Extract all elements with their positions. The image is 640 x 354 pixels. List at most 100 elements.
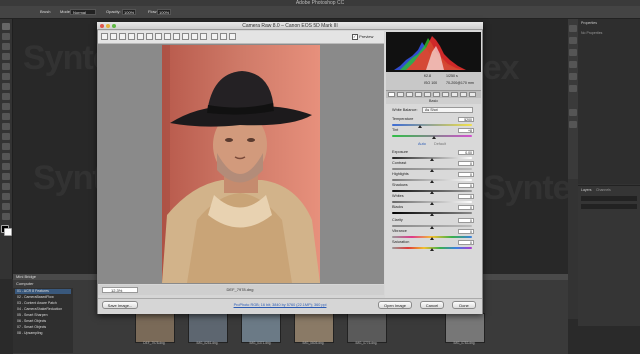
gradient-tool-icon[interactable] — [2, 133, 10, 140]
thumbnail[interactable] — [347, 313, 387, 343]
quick-select-tool-icon[interactable] — [2, 53, 10, 60]
crop-tool-icon[interactable] — [2, 63, 10, 70]
crop-tool-icon[interactable] — [146, 33, 153, 40]
sidebar-folder[interactable]: 02 - CameraBasedFlow — [15, 295, 71, 300]
camera-calibration-tab-icon[interactable] — [451, 92, 458, 97]
vibrance-field[interactable]: 0 — [458, 229, 474, 234]
presets-tab-icon[interactable] — [460, 92, 467, 97]
whites-slider-thumb[interactable] — [430, 202, 434, 205]
blend-mode-select[interactable] — [581, 204, 637, 209]
zoom-level-select[interactable]: 12.3% — [102, 287, 138, 293]
tool-presets-panel-icon[interactable] — [569, 109, 577, 116]
shape-tool-icon[interactable] — [2, 193, 10, 200]
snapshots-tab-icon[interactable] — [469, 92, 476, 97]
straighten-tool-icon[interactable] — [155, 33, 162, 40]
basic-tab-icon[interactable] — [388, 92, 395, 97]
type-tool-icon[interactable] — [2, 173, 10, 180]
shadows-slider-thumb[interactable] — [430, 191, 434, 194]
mode-select[interactable]: Normal — [70, 9, 96, 15]
adjustments-panel-icon[interactable] — [569, 49, 577, 56]
photo-preview[interactable] — [162, 45, 320, 283]
preferences-icon[interactable] — [211, 33, 218, 40]
sidebar-folder[interactable]: 03 - Content Aware Patch — [15, 301, 71, 306]
history-brush-tool-icon[interactable] — [2, 113, 10, 120]
rotate-left-icon[interactable] — [220, 33, 227, 40]
styles-panel-icon[interactable] — [569, 121, 577, 128]
cancel-button[interactable]: Cancel — [420, 301, 444, 309]
blur-tool-icon[interactable] — [2, 143, 10, 150]
preview-checkbox[interactable]: ✓ Preview — [352, 34, 373, 40]
hand-tool-icon[interactable] — [110, 33, 117, 40]
vibrance-slider-thumb[interactable] — [430, 237, 434, 240]
thumbnail[interactable] — [135, 313, 175, 343]
color-sampler-tool-icon[interactable] — [128, 33, 135, 40]
paragraph-panel-icon[interactable] — [569, 73, 577, 80]
exposure-field[interactable]: 0.00 — [458, 150, 474, 155]
targeted-adjustment-tool-icon[interactable] — [137, 33, 144, 40]
healing-tool-icon[interactable] — [2, 83, 10, 90]
highlights-slider-thumb[interactable] — [430, 180, 434, 183]
hand-tool-icon[interactable] — [2, 203, 10, 210]
temperature-slider-thumb[interactable] — [418, 125, 422, 128]
saturation-field[interactable]: 0 — [458, 240, 474, 245]
default-link[interactable]: Default — [434, 142, 446, 146]
hsl-tab-icon[interactable] — [415, 92, 422, 97]
open-image-button[interactable]: Open Image — [378, 301, 412, 309]
background-color-swatch[interactable] — [4, 228, 12, 236]
temperature-slider[interactable] — [392, 124, 472, 126]
channels-tab[interactable]: Channels — [596, 188, 611, 192]
zoom-tool-icon[interactable] — [101, 33, 108, 40]
path-select-tool-icon[interactable] — [2, 183, 10, 190]
opacity-field[interactable]: 100% — [122, 9, 136, 15]
marquee-tool-icon[interactable] — [2, 33, 10, 40]
brush-tool-icon[interactable] — [2, 93, 10, 100]
pen-tool-icon[interactable] — [2, 163, 10, 170]
sidebar-folder[interactable]: 06 - Smart Objects — [15, 319, 71, 324]
white-balance-tool-icon[interactable] — [119, 33, 126, 40]
lasso-tool-icon[interactable] — [2, 43, 10, 50]
split-toning-tab-icon[interactable] — [424, 92, 431, 97]
tone-curve-tab-icon[interactable] — [397, 92, 404, 97]
detail-tab-icon[interactable] — [406, 92, 413, 97]
sidebar-folder[interactable]: 04 - CameraShakeReduction — [15, 307, 71, 312]
radial-filter-icon[interactable] — [200, 33, 207, 40]
white-balance-select[interactable]: As Shot — [422, 107, 473, 113]
blacks-field[interactable]: 0 — [458, 205, 474, 210]
sidebar-folder[interactable]: 08 - Upsampling — [15, 331, 71, 336]
info-panel-icon[interactable] — [569, 61, 577, 68]
whites-field[interactable]: 0 — [458, 194, 474, 199]
clarity-slider-thumb[interactable] — [430, 226, 434, 229]
red-eye-tool-icon[interactable] — [173, 33, 180, 40]
character-panel-icon[interactable] — [569, 85, 577, 92]
thumbnail[interactable] — [445, 313, 485, 343]
flow-field[interactable]: 100% — [157, 9, 171, 15]
dodge-tool-icon[interactable] — [2, 153, 10, 160]
tint-field[interactable]: +8 — [458, 128, 474, 133]
saturation-slider-thumb[interactable] — [430, 248, 434, 251]
rotate-right-icon[interactable] — [229, 33, 236, 40]
clarity-field[interactable]: 0 — [458, 218, 474, 223]
highlights-field[interactable]: 0 — [458, 172, 474, 177]
effects-tab-icon[interactable] — [442, 92, 449, 97]
mini-bridge-path[interactable]: Computer — [16, 281, 34, 286]
lens-corrections-tab-icon[interactable] — [433, 92, 440, 97]
sidebar-folder[interactable]: 01 - ACR 8 Features — [15, 289, 71, 294]
thumbnail[interactable] — [188, 313, 228, 343]
thumbnail[interactable] — [241, 313, 281, 343]
properties-tab[interactable]: Properties — [581, 21, 597, 25]
auto-link[interactable]: Auto — [418, 142, 426, 146]
contrast-field[interactable]: 0 — [458, 161, 474, 166]
layer-filter-bar[interactable] — [581, 196, 637, 201]
temperature-field[interactable]: 5200 — [458, 117, 474, 122]
brush-label[interactable]: Brush — [40, 8, 50, 16]
shadows-field[interactable]: 0 — [458, 183, 474, 188]
exposure-slider-thumb[interactable] — [430, 158, 434, 161]
spot-removal-tool-icon[interactable] — [164, 33, 171, 40]
clone-stamp-tool-icon[interactable] — [2, 103, 10, 110]
actions-panel-icon[interactable] — [569, 37, 577, 44]
eraser-tool-icon[interactable] — [2, 123, 10, 130]
sidebar-folder[interactable]: 05 - Smart Sharpen — [15, 313, 71, 318]
thumbnail[interactable] — [294, 313, 334, 343]
layers-tab[interactable]: Layers — [581, 188, 592, 192]
history-panel-icon[interactable] — [569, 25, 577, 32]
